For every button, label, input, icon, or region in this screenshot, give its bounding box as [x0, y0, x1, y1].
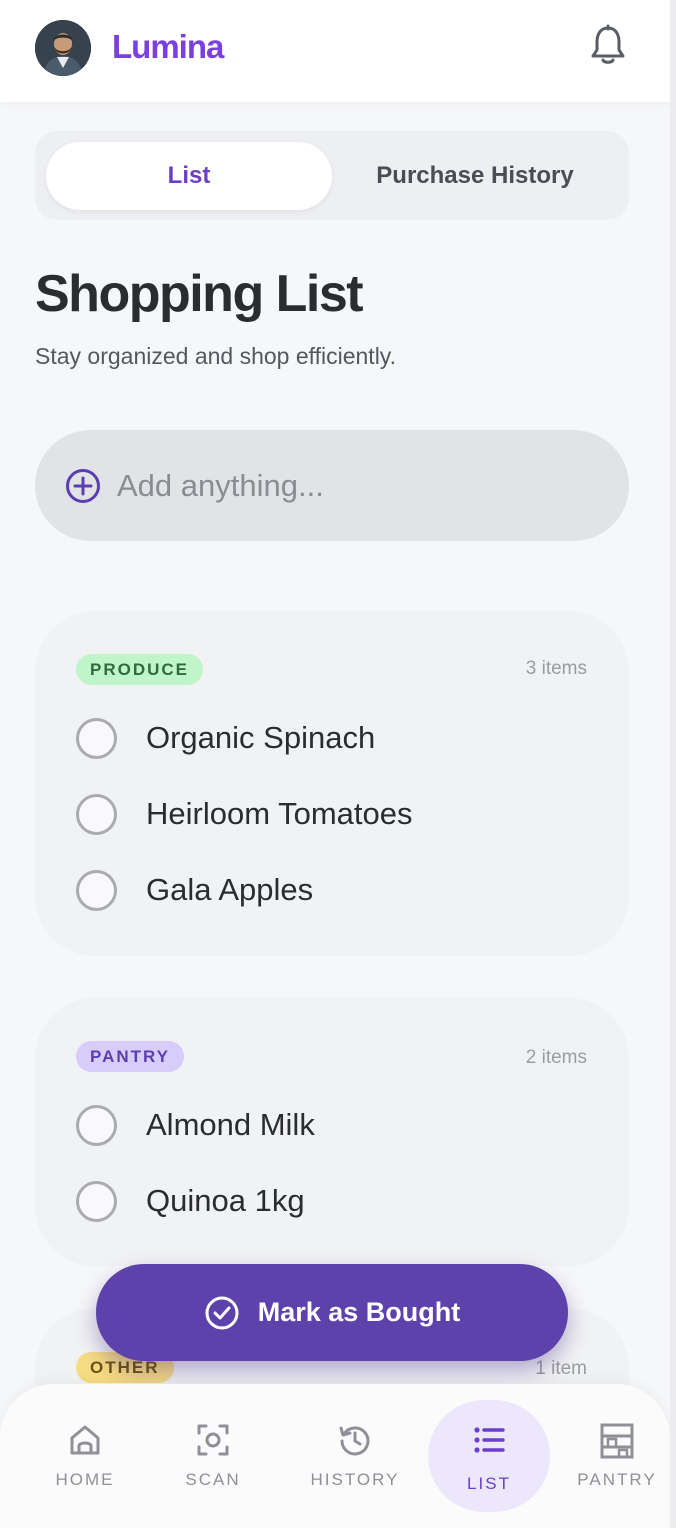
- pantry-icon: [600, 1423, 634, 1459]
- list-item[interactable]: Almond Milk: [76, 1103, 596, 1147]
- list-item[interactable]: Gala Apples: [76, 868, 596, 912]
- nav-label: HISTORY: [310, 1470, 400, 1489]
- mark-as-bought-label: Mark as Bought: [257, 1297, 461, 1327]
- user-avatar[interactable]: [35, 20, 91, 76]
- category-count: 1 item: [535, 1358, 587, 1379]
- nav-history[interactable]: HISTORY: [295, 1384, 415, 1528]
- add-item-field[interactable]: [35, 430, 629, 541]
- category-badge: PANTRY: [76, 1041, 184, 1072]
- nav-label: SCAN: [185, 1470, 241, 1489]
- item-label: Heirloom Tomatoes: [146, 796, 413, 831]
- app-screen: Lumina List Purchase History Shopping Li…: [0, 0, 670, 1528]
- item-checkbox[interactable]: [76, 793, 117, 835]
- scan-icon: [197, 1424, 229, 1456]
- check-circle-icon: [205, 1296, 239, 1329]
- category-card-pantry: PANTRY 2 items Almond Milk Quinoa 1kg: [35, 998, 629, 1266]
- page-subtitle: Stay organized and shop efficiently.: [35, 343, 396, 369]
- category-count: 3 items: [525, 658, 587, 679]
- category-badge: PRODUCE: [76, 654, 204, 685]
- item-label: Organic Spinach: [146, 720, 376, 755]
- item-label: Quinoa 1kg: [146, 1183, 305, 1218]
- tab-purchase-history[interactable]: Purchase History: [332, 142, 618, 210]
- nav-list[interactable]: LIST: [428, 1384, 550, 1528]
- scrollbar[interactable]: [670, 0, 676, 1528]
- nav-label: LIST: [467, 1474, 511, 1493]
- item-label: Almond Milk: [146, 1107, 315, 1142]
- nav-label: PANTRY: [577, 1470, 657, 1489]
- add-circle-icon[interactable]: [65, 468, 101, 504]
- list-item[interactable]: Quinoa 1kg: [76, 1179, 596, 1223]
- item-checkbox[interactable]: [76, 1180, 117, 1222]
- add-item-input[interactable]: [117, 460, 597, 512]
- bell-icon[interactable]: [588, 24, 628, 68]
- item-checkbox[interactable]: [76, 869, 117, 911]
- top-header: Lumina: [0, 0, 670, 102]
- avatar-icon: [35, 20, 91, 76]
- list-item[interactable]: Organic Spinach: [76, 716, 596, 760]
- home-icon: [70, 1425, 100, 1455]
- tab-list[interactable]: List: [46, 142, 332, 210]
- nav-label: HOME: [55, 1470, 115, 1489]
- brand-name: Lumina: [112, 28, 224, 65]
- item-checkbox[interactable]: [76, 1104, 117, 1146]
- nav-pantry[interactable]: PANTRY: [557, 1384, 670, 1528]
- page-title: Shopping List: [35, 265, 364, 323]
- item-label: Gala Apples: [146, 872, 314, 907]
- category-count: 2 items: [525, 1047, 587, 1068]
- nav-scan[interactable]: SCAN: [153, 1384, 273, 1528]
- list-item[interactable]: Heirloom Tomatoes: [76, 792, 596, 836]
- item-checkbox[interactable]: [76, 717, 117, 759]
- bottom-navigation: HOME SCAN HISTORY LIST PANTRY: [0, 1384, 670, 1528]
- view-tabs: List Purchase History: [35, 131, 629, 220]
- category-card-produce: PRODUCE 3 items Organic Spinach Heirloom…: [35, 611, 629, 956]
- nav-home[interactable]: HOME: [25, 1384, 145, 1528]
- list-icon: [474, 1427, 505, 1453]
- mark-as-bought-button[interactable]: Mark as Bought: [96, 1264, 568, 1361]
- history-icon: [339, 1426, 370, 1456]
